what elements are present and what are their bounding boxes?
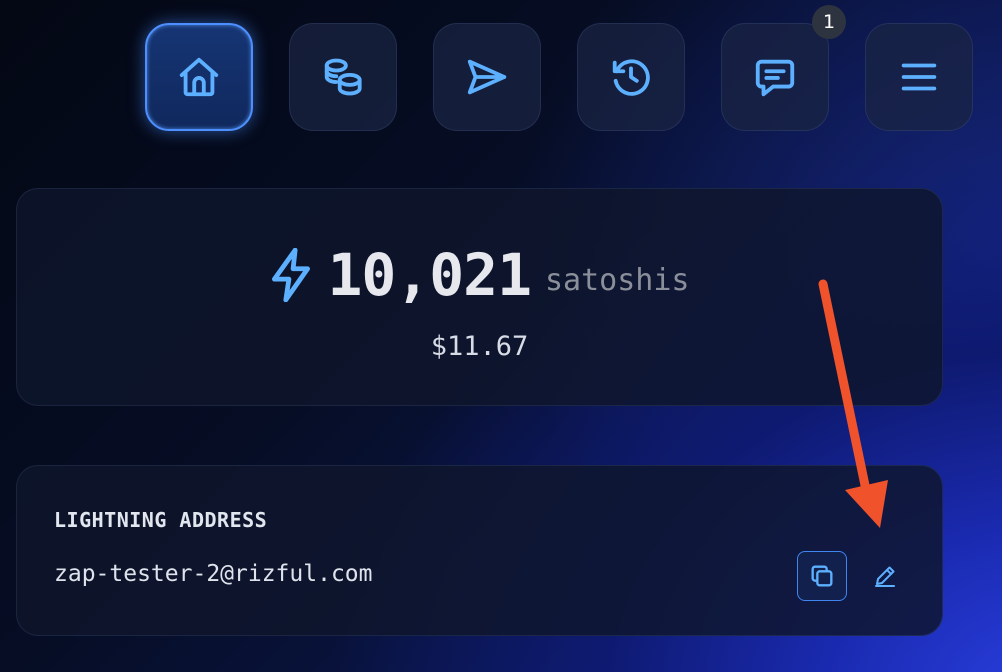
nav-messages-button[interactable] <box>721 23 829 131</box>
balance-unit: satoshis <box>545 262 690 298</box>
history-icon <box>612 59 650 96</box>
home-icon <box>179 57 219 97</box>
fiat-balance: $11.67 <box>430 331 529 362</box>
balance-amount: 10,021 <box>327 241 532 309</box>
lightning-address-value[interactable]: zap-tester-2@rizful.com <box>54 561 373 587</box>
copy-icon <box>811 565 833 587</box>
edit-address-button[interactable] <box>865 551 905 601</box>
nav-coins-button[interactable] <box>289 23 397 131</box>
message-icon <box>755 59 795 97</box>
lightning-address-card: LIGHTNING ADDRESS zap-tester-2@rizful.co… <box>16 465 943 636</box>
lightning-address-label: LIGHTNING ADDRESS <box>54 508 268 532</box>
nav-home-button[interactable] <box>145 23 253 131</box>
nav-send-button[interactable] <box>433 23 541 131</box>
notification-badge: 1 <box>812 5 846 39</box>
edit-pencil-icon <box>875 566 895 587</box>
nav-menu-button[interactable] <box>865 23 973 131</box>
coins-icon <box>324 58 362 96</box>
send-icon <box>467 59 507 95</box>
lightning-bolt-icon <box>269 248 313 302</box>
balance-card: 10,021 satoshis $11.67 <box>16 188 943 406</box>
menu-icon <box>901 63 937 91</box>
nav-history-button[interactable] <box>577 23 685 131</box>
balance-row: 10,021 satoshis <box>17 241 942 309</box>
copy-address-button[interactable] <box>797 551 847 601</box>
